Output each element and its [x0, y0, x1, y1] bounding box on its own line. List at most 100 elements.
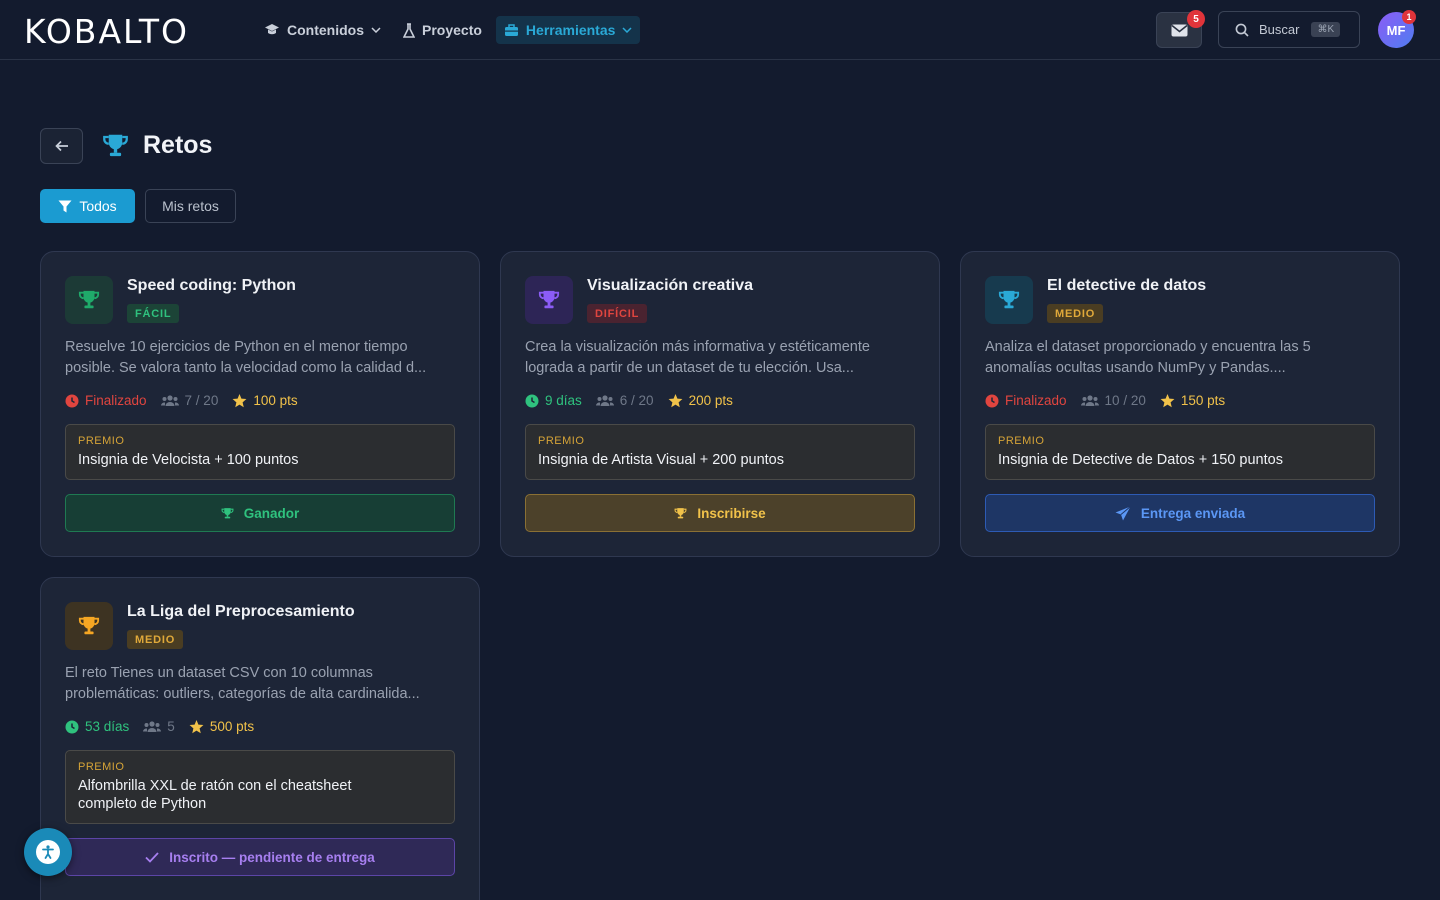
accessibility-icon [36, 840, 60, 864]
challenge-meta: Finalizado 7 / 20 100 pts [65, 393, 298, 408]
filter-mine-label: Mis retos [162, 198, 219, 214]
prize-box: PREMIO Insignia de Detective de Datos + … [985, 424, 1375, 480]
prize-box: PREMIO Insignia de Artista Visual + 200 … [525, 424, 915, 480]
participants: 5 [143, 719, 175, 734]
star-icon [232, 393, 247, 407]
prize-box: PREMIO Alfombrilla XXL de ratón con el c… [65, 750, 455, 824]
status: Finalizado [985, 393, 1067, 408]
status: 53 días [65, 719, 129, 734]
envelope-icon [1171, 24, 1187, 36]
status-text: Finalizado [1005, 393, 1067, 408]
filter-icon [58, 200, 72, 212]
challenge-meta: 53 días 5 500 pts [65, 719, 254, 734]
filter-all-label: Todos [79, 198, 117, 214]
action-label: Inscribirse [697, 505, 766, 521]
prize-text: Insignia de Velocista + 100 puntos [78, 452, 299, 468]
participants: 7 / 20 [160, 393, 219, 408]
challenge-card[interactable]: La Liga del Preprocesamiento MEDIO El re… [40, 577, 480, 900]
nav-proyecto[interactable]: Proyecto [395, 16, 490, 44]
nav-contenidos-label: Contenidos [287, 22, 364, 38]
challenge-icon-box [65, 602, 113, 650]
points-text: 500 pts [209, 719, 255, 734]
challenge-description: Resuelve 10 ejercicios de Python en el m… [65, 339, 427, 376]
avatar-badge: 1 [1402, 10, 1416, 24]
users-icon [160, 395, 179, 406]
points: 500 pts [189, 719, 254, 734]
nav-contenidos[interactable]: Contenidos [256, 16, 389, 44]
users-icon [1080, 395, 1099, 406]
prize-label: PREMIO [78, 435, 125, 447]
back-button[interactable] [40, 128, 83, 164]
logo[interactable]: KOBALTO [24, 12, 189, 51]
challenge-description: Crea la visualización más informativa y … [525, 339, 870, 376]
status-text: 53 días [85, 719, 130, 734]
trophy-icon [998, 290, 1020, 309]
filter-mine-button[interactable]: Mis retos [145, 189, 236, 223]
chevron-down-icon [622, 27, 632, 33]
enroll-button[interactable]: Inscribirse [525, 494, 915, 532]
participants-text: 6 / 20 [619, 393, 654, 408]
challenge-title: El detective de datos [1047, 277, 1207, 294]
points-text: 100 pts [253, 393, 298, 408]
participants-text: 10 / 20 [1104, 393, 1146, 408]
search-label: Buscar [1259, 22, 1300, 37]
trophy-icon [78, 290, 100, 309]
nav-herramientas[interactable]: Herramientas [495, 16, 641, 44]
users-icon [143, 721, 162, 732]
participants: 6 / 20 [595, 393, 654, 408]
enrolled-pending-button[interactable]: Inscrito — pendiente de entrega [65, 838, 455, 876]
winner-button[interactable]: Ganador [65, 494, 455, 532]
trophy-icon [78, 616, 100, 635]
trophy-icon [221, 507, 234, 518]
nav-proyecto-label: Proyecto [422, 22, 482, 38]
status: Finalizado [65, 393, 147, 408]
clock-icon [65, 394, 79, 407]
action-label: Ganador [243, 505, 300, 521]
challenge-card[interactable]: Speed coding: Python FÁCIL Resuelve 10 e… [40, 251, 480, 557]
challenge-card[interactable]: Visualización creativa DIFÍCIL Crea la v… [500, 251, 940, 557]
participants-text: 7 / 20 [184, 393, 219, 408]
star-icon [189, 719, 204, 733]
check-icon [145, 851, 159, 863]
trophy-icon [674, 507, 687, 518]
main-nav: Contenidos Proyecto Herramientas [256, 16, 641, 44]
graduation-cap-icon [265, 24, 279, 35]
star-icon [668, 393, 683, 407]
nav-herramientas-label: Herramientas [525, 22, 616, 38]
participants-text: 5 [167, 719, 175, 734]
filter-all-button[interactable]: Todos [40, 189, 135, 223]
star-icon [1160, 393, 1175, 407]
prize-label: PREMIO [538, 435, 585, 447]
clock-icon [65, 720, 79, 733]
flask-icon [403, 22, 415, 38]
chevron-down-icon [371, 27, 381, 33]
challenge-description: El reto Tienes un dataset CSV con 10 col… [65, 665, 420, 702]
clock-icon [985, 394, 999, 407]
arrow-left-icon [54, 140, 68, 152]
challenge-card[interactable]: El detective de datos MEDIO Analiza el d… [960, 251, 1400, 557]
status-text: Finalizado [85, 393, 147, 408]
prize-box: PREMIO Insignia de Velocista + 100 punto… [65, 424, 455, 480]
status: 9 días [525, 393, 582, 408]
challenge-icon-box [525, 276, 573, 324]
submission-sent-button[interactable]: Entrega enviada [985, 494, 1375, 532]
points-text: 200 pts [688, 393, 733, 408]
prize-text: Insignia de Detective de Datos + 150 pun… [998, 452, 1283, 468]
participants: 10 / 20 [1080, 393, 1146, 408]
points: 100 pts [232, 393, 298, 408]
search-shortcut: ⌘K [1311, 22, 1341, 37]
difficulty-badge: FÁCIL [127, 304, 180, 323]
trophy-icon [103, 134, 128, 156]
challenge-icon-box [65, 276, 113, 324]
challenge-title: La Liga del Preprocesamiento [127, 603, 355, 620]
accessibility-button[interactable] [24, 828, 72, 876]
messages-button[interactable]: 5 [1156, 10, 1205, 48]
points: 150 pts [1160, 393, 1225, 408]
prize-label: PREMIO [998, 435, 1045, 447]
difficulty-badge: MEDIO [1047, 304, 1104, 323]
status-text: 9 días [545, 393, 582, 408]
avatar[interactable]: MF 1 [1378, 10, 1416, 48]
difficulty-badge: DIFÍCIL [587, 304, 648, 323]
prize-text: Insignia de Artista Visual + 200 puntos [538, 452, 784, 468]
search-button[interactable]: Buscar ⌘K [1218, 11, 1360, 48]
